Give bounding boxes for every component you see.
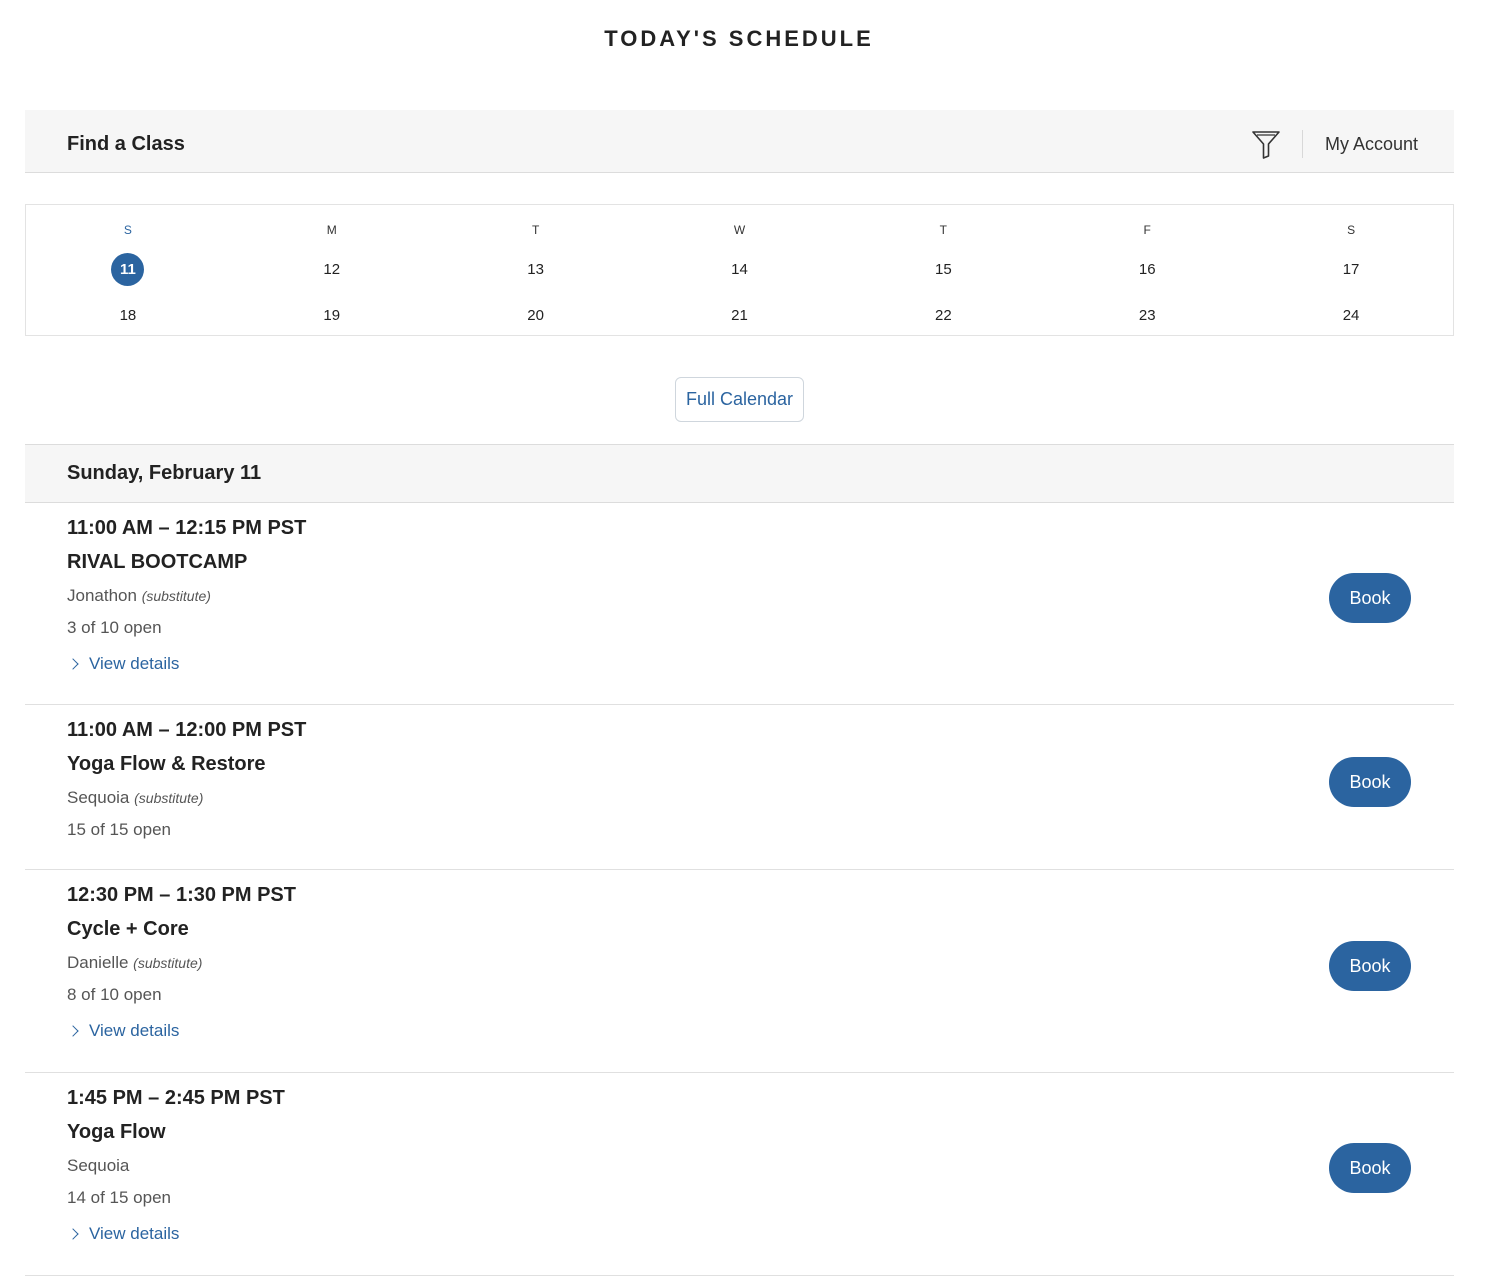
chevron-right-icon (67, 1025, 79, 1037)
instructor-name: Sequoia (67, 1156, 130, 1175)
view-details-link[interactable]: View details (67, 1021, 179, 1041)
class-list-item: 1:45 PM – 2:45 PM PST Yoga Flow Sequoia … (25, 1073, 1454, 1276)
view-details-label: View details (89, 1021, 180, 1040)
class-availability: 8 of 10 open (67, 985, 162, 1004)
class-time: 1:45 PM – 2:45 PM PST (67, 1087, 285, 1109)
calendar-day[interactable]: 13 (434, 253, 638, 286)
class-availability: 14 of 15 open (67, 1188, 171, 1207)
class-list-item: 12:30 PM – 1:30 PM PST Cycle + Core Dani… (25, 870, 1454, 1073)
class-time: 12:30 PM – 1:30 PM PST (67, 884, 296, 906)
date-heading: Sunday, February 11 (67, 462, 262, 484)
class-name: Cycle + Core (67, 918, 189, 940)
find-class-bar: Find a Class My Account (25, 110, 1454, 173)
find-class-title: Find a Class (67, 133, 185, 155)
page-title: TODAY'S SCHEDULE (604, 26, 874, 51)
date-heading-bar: Sunday, February 11 (25, 444, 1454, 503)
class-instructor: Sequoia (substitute) (67, 788, 203, 808)
weekday-label: T (939, 223, 948, 237)
class-time: 11:00 AM – 12:15 PM PST (67, 517, 307, 539)
calendar-day[interactable]: 15 (841, 253, 1045, 286)
class-availability: 3 of 10 open (67, 618, 162, 637)
calendar-day[interactable]: 14 (638, 253, 842, 286)
calendar-week-row: 11 12 13 14 15 16 17 (26, 253, 1453, 286)
class-instructor: Jonathon (substitute) (67, 586, 211, 606)
weekday-header: S M T W T F S (26, 221, 1453, 239)
book-button[interactable]: Book (1329, 941, 1411, 991)
view-details-link[interactable]: View details (67, 654, 179, 674)
view-details-label: View details (89, 1224, 180, 1243)
calendar-day-selected[interactable]: 11 (26, 253, 230, 286)
class-list-item: 11:00 AM – 12:15 PM PST RIVAL BOOTCAMP J… (25, 503, 1454, 705)
instructor-name: Sequoia (67, 788, 130, 807)
filter-icon[interactable] (1251, 128, 1281, 160)
calendar-day[interactable]: 19 (230, 299, 434, 332)
calendar-day[interactable]: 16 (1045, 253, 1249, 286)
book-button[interactable]: Book (1329, 573, 1411, 623)
calendar-day[interactable]: 22 (841, 299, 1045, 332)
book-button[interactable]: Book (1329, 757, 1411, 807)
instructor-note: (substitute) (134, 790, 204, 806)
week-calendar: S M T W T F S 11 12 13 14 15 16 17 18 19… (25, 204, 1454, 336)
class-availability: 15 of 15 open (67, 820, 171, 839)
calendar-day[interactable]: 18 (26, 299, 230, 332)
weekday-label: W (733, 223, 746, 237)
instructor-name: Jonathon (67, 586, 137, 605)
view-details-label: View details (89, 654, 180, 673)
weekday-label: F (1143, 223, 1151, 237)
chevron-right-icon (67, 1228, 79, 1240)
header-divider (1302, 130, 1303, 158)
weekday-label: T (531, 223, 540, 237)
view-details-link[interactable]: View details (67, 1224, 179, 1244)
weekday-label: S (1347, 223, 1356, 237)
calendar-day[interactable]: 17 (1249, 253, 1453, 286)
class-instructor: Sequoia (67, 1156, 129, 1176)
instructor-name: Danielle (67, 953, 129, 972)
my-account-link[interactable]: My Account (1325, 134, 1418, 155)
class-name: Yoga Flow & Restore (67, 753, 266, 775)
calendar-day[interactable]: 20 (434, 299, 638, 332)
class-name: RIVAL BOOTCAMP (67, 551, 248, 573)
full-calendar-button[interactable]: Full Calendar (675, 377, 804, 422)
instructor-note: (substitute) (133, 955, 203, 971)
instructor-note: (substitute) (141, 588, 211, 604)
calendar-day[interactable]: 23 (1045, 299, 1249, 332)
book-button[interactable]: Book (1329, 1143, 1411, 1193)
calendar-day[interactable]: 12 (230, 253, 434, 286)
weekday-label: M (326, 223, 337, 237)
weekday-label: S (123, 223, 132, 237)
calendar-day[interactable]: 24 (1249, 299, 1453, 332)
class-instructor: Danielle (substitute) (67, 953, 202, 973)
chevron-right-icon (67, 658, 79, 670)
class-time: 11:00 AM – 12:00 PM PST (67, 719, 307, 741)
calendar-week-row: 18 19 20 21 22 23 24 (26, 299, 1453, 331)
class-list-item: 11:00 AM – 12:00 PM PST Yoga Flow & Rest… (25, 705, 1454, 870)
class-name: Yoga Flow (67, 1121, 166, 1143)
calendar-day[interactable]: 21 (638, 299, 842, 332)
